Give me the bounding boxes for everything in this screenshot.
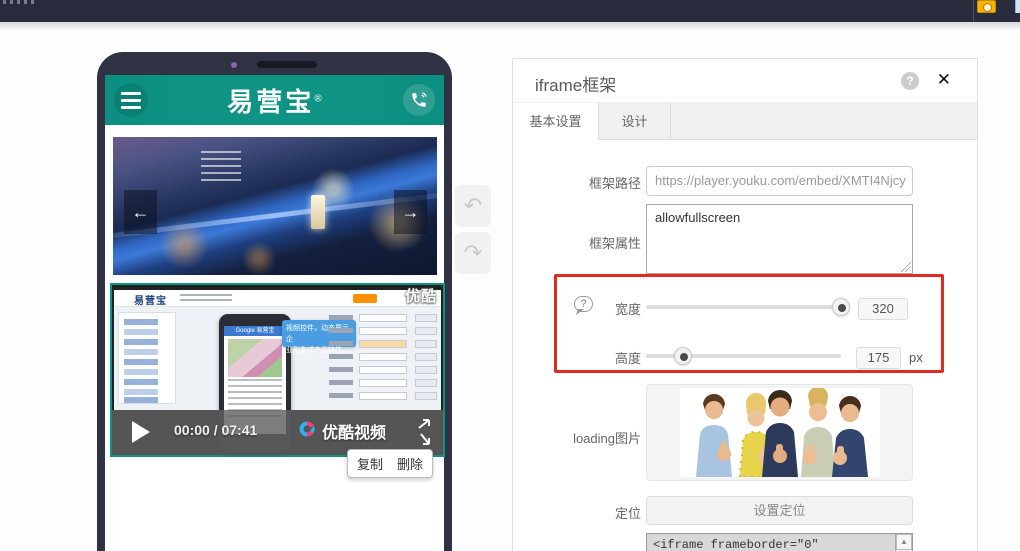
- hamburger-menu-icon[interactable]: [114, 83, 148, 117]
- video-site-toolpanel: [329, 312, 437, 404]
- browser-topbar: [0, 0, 1020, 22]
- topbar-divider: [973, 0, 974, 22]
- width-slider[interactable]: [646, 298, 850, 316]
- frame-attrs-label: 框架属性: [588, 236, 641, 251]
- right-arrow-icon: →: [401, 201, 420, 222]
- tab-design[interactable]: 设计: [599, 103, 671, 140]
- width-value-input[interactable]: 320: [858, 298, 908, 320]
- video-site-tagline: [180, 294, 232, 302]
- embed-code-box[interactable]: <iframe frameborder="0" ▲: [646, 533, 913, 551]
- video-site-logo: 易营宝: [134, 296, 167, 307]
- code-scrollbar[interactable]: ▲: [895, 534, 912, 551]
- panel-tabs: 基本设置 设计: [513, 103, 977, 140]
- app-header: 易营宝®: [105, 75, 444, 125]
- copy-button[interactable]: 复制: [357, 454, 383, 473]
- iframe-video-element[interactable]: 易营宝 Google 易营宝 视频控件，动态展示企 业形象或产品特性。 优酷 0…: [110, 283, 445, 457]
- help-icon[interactable]: ?: [901, 72, 919, 90]
- fullscreen-icon[interactable]: [413, 418, 435, 446]
- extension-icon-partial[interactable]: [1015, 0, 1020, 13]
- youku-logo-icon: [299, 421, 315, 437]
- width-label: 宽度: [614, 302, 641, 317]
- phone-call-icon[interactable]: [403, 84, 435, 116]
- scroll-up-icon[interactable]: ▲: [896, 534, 912, 550]
- frame-path-label: 框架路径: [588, 176, 641, 191]
- video-frame-content: 易营宝 Google 易营宝 视频控件，动态展示企 业形象或产品特性。: [114, 290, 441, 452]
- tab-basic-settings[interactable]: 基本设置: [513, 103, 599, 140]
- extension-icon[interactable]: [977, 0, 996, 13]
- phone-screen: 易营宝® ← → 易营宝 Google 易营宝 视频控件，动态展示企 业形象或产…: [105, 75, 445, 551]
- loading-image-label: loading图片: [573, 431, 641, 446]
- height-unit: px: [909, 350, 923, 365]
- carousel-watermark: [201, 151, 241, 181]
- video-phone-browser-bar: Google 易营宝: [224, 326, 286, 336]
- height-label: 高度: [614, 351, 641, 366]
- delete-button[interactable]: 删除: [397, 454, 423, 473]
- redo-button[interactable]: ↷: [455, 232, 491, 274]
- youku-brand-text: 优酷视频: [322, 425, 387, 442]
- carousel-prev-button[interactable]: ←: [124, 190, 157, 234]
- positioning-label: 定位: [614, 506, 641, 521]
- video-site-header: 易营宝: [114, 290, 441, 307]
- element-context-menu: 复制 删除: [347, 449, 433, 478]
- loading-image-thumbnail: [679, 388, 880, 477]
- loading-image-picker[interactable]: [646, 384, 913, 481]
- video-site-orange-button: [353, 294, 377, 303]
- left-arrow-icon: ←: [131, 201, 150, 222]
- embed-code-text: <iframe frameborder="0": [653, 538, 819, 551]
- video-phone-image: [228, 339, 282, 377]
- cutoff-text-fragment: [3, 0, 37, 4]
- height-slider[interactable]: [646, 347, 841, 365]
- height-slider-handle[interactable]: [674, 347, 693, 365]
- carousel-banner[interactable]: ← →: [113, 137, 437, 275]
- undo-button[interactable]: ↶: [455, 185, 491, 227]
- video-time: 00:00 / 07:41: [174, 422, 258, 438]
- close-icon[interactable]: ✕: [937, 70, 951, 90]
- width-slider-track[interactable]: [646, 305, 841, 309]
- play-button-icon[interactable]: [132, 421, 150, 443]
- iframe-settings-panel: iframe框架 ? ✕ 基本设置 设计 框架路径 https://player…: [512, 58, 978, 551]
- carousel-next-button[interactable]: →: [394, 190, 427, 234]
- camera-icon: [231, 62, 237, 68]
- frame-attrs-textarea[interactable]: allowfullscreen: [646, 204, 913, 274]
- panel-title: iframe框架: [535, 76, 617, 95]
- height-value-input[interactable]: 175: [856, 347, 901, 369]
- frame-path-input[interactable]: https://player.youku.com/embed/XMTI4Njcy: [646, 166, 913, 196]
- topbar-shadow: [0, 22, 1020, 31]
- speaker-slot: [257, 61, 317, 68]
- panel-header: iframe框架 ? ✕: [513, 59, 977, 103]
- width-slider-handle[interactable]: [832, 298, 850, 316]
- redo-icon: ↷: [463, 240, 483, 265]
- video-site-sidebar: [118, 312, 176, 404]
- set-position-button[interactable]: 设置定位: [646, 496, 913, 525]
- youku-watermark: 优酷: [404, 288, 437, 305]
- trademark-symbol: ®: [314, 92, 322, 104]
- undo-icon: ↶: [463, 193, 483, 218]
- app-title: 易营宝®: [227, 86, 322, 117]
